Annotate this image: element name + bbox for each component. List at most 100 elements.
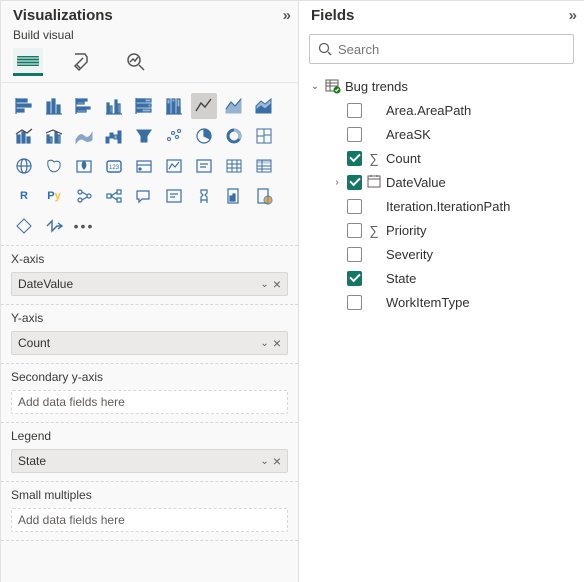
paginated-report-icon[interactable] (221, 183, 247, 209)
smart-narrative-icon[interactable] (161, 183, 187, 209)
remove-field-icon[interactable]: × (273, 335, 281, 351)
chevron-down-icon[interactable]: ⌄ (260, 456, 268, 467)
r-visual-icon[interactable]: R (11, 183, 37, 209)
format-visual-tab[interactable] (67, 48, 97, 76)
table-icon[interactable] (221, 153, 247, 179)
clustered-bar-chart-icon[interactable] (71, 93, 97, 119)
svg-text:123: 123 (109, 165, 120, 171)
field-row[interactable]: ∑ Count (305, 146, 578, 170)
multi-row-card-icon[interactable] (161, 153, 187, 179)
field-checkbox[interactable] (347, 271, 362, 286)
field-checkbox[interactable] (347, 199, 362, 214)
gauge-icon[interactable]: 123 (101, 153, 127, 179)
key-influencers-icon[interactable] (71, 183, 97, 209)
stacked-area-chart-icon[interactable] (251, 93, 277, 119)
field-row[interactable]: ∑Priority (305, 218, 578, 242)
field-checkbox[interactable] (347, 223, 362, 238)
kpi-icon[interactable] (191, 153, 217, 179)
treemap-icon[interactable] (251, 123, 277, 149)
build-visual-tabs (1, 46, 298, 83)
chevron-down-icon[interactable]: ⌄ (260, 279, 268, 290)
analytics-tab[interactable] (121, 48, 151, 76)
field-row[interactable]: AreaSK (305, 122, 578, 146)
field-checkbox[interactable] (347, 175, 362, 190)
filled-map-icon[interactable] (41, 153, 67, 179)
funnel-chart-icon[interactable] (131, 123, 157, 149)
field-row[interactable]: WorkItemType (305, 290, 578, 314)
card-icon[interactable] (131, 153, 157, 179)
remove-field-icon[interactable]: × (273, 453, 281, 469)
decomposition-tree-icon[interactable] (101, 183, 127, 209)
line-stacked-column-icon[interactable] (11, 123, 37, 149)
field-row[interactable]: Area.AreaPath (305, 98, 578, 122)
legend-field[interactable]: State ⌄ × (11, 449, 288, 473)
field-checkbox[interactable] (347, 151, 362, 166)
xaxis-label: X-axis (11, 252, 288, 266)
map-icon[interactable] (11, 153, 37, 179)
clustered-column-chart-icon[interactable] (101, 93, 127, 119)
power-apps-icon[interactable] (251, 183, 277, 209)
field-label: AreaSK (386, 127, 431, 142)
hundred-stacked-bar-icon[interactable] (131, 93, 157, 119)
collapse-visualizations-icon[interactable]: » (283, 7, 288, 24)
field-row[interactable]: Severity (305, 242, 578, 266)
yaxis-field[interactable]: Count ⌄× (11, 331, 288, 355)
scatter-chart-icon[interactable] (161, 123, 187, 149)
arcgis-icon[interactable] (41, 213, 67, 239)
azure-map-icon[interactable] (71, 153, 97, 179)
chevron-down-icon[interactable]: ⌄ (260, 338, 268, 349)
search-input[interactable] (338, 42, 565, 57)
field-row[interactable]: State (305, 266, 578, 290)
power-automate-icon[interactable] (11, 213, 37, 239)
field-checkbox[interactable] (347, 295, 362, 310)
field-label: State (386, 271, 416, 286)
build-visual-label: Build visual (1, 28, 298, 46)
field-checkbox[interactable] (347, 247, 362, 262)
ribbon-chart-icon[interactable] (71, 123, 97, 149)
field-label: Count (386, 151, 421, 166)
small-multiples-dropzone[interactable]: Add data fields here (11, 508, 288, 532)
build-visual-tab[interactable] (13, 48, 43, 76)
legend-label: Legend (11, 429, 288, 443)
field-row[interactable]: Iteration.IterationPath (305, 194, 578, 218)
stacked-bar-chart-icon[interactable] (11, 93, 37, 119)
sigma-icon: ∑ (366, 223, 382, 238)
line-chart-icon[interactable] (191, 93, 217, 119)
search-box[interactable] (309, 34, 574, 64)
goals-icon[interactable] (191, 183, 217, 209)
stacked-column-chart-icon[interactable] (41, 93, 67, 119)
search-icon (318, 42, 332, 56)
collapse-fields-icon[interactable]: » (569, 7, 574, 24)
table-row-bug-trends[interactable]: ⌄ Bug trends (305, 74, 578, 98)
secondary-yaxis-label: Secondary y-axis (11, 370, 288, 384)
table-name: Bug trends (345, 79, 408, 94)
fields-title: Fields (311, 7, 354, 24)
field-checkbox[interactable] (347, 103, 362, 118)
waterfall-chart-icon[interactable] (101, 123, 127, 149)
matrix-icon[interactable] (251, 153, 277, 179)
sigma-icon: ∑ (366, 151, 382, 166)
field-checkbox[interactable] (347, 127, 362, 142)
field-label: DateValue (386, 175, 446, 190)
fields-pane: Fields » ⌄ Bug trends Area.AreaPath AreaS… (298, 0, 584, 582)
line-clustered-column-icon[interactable] (41, 123, 67, 149)
area-chart-icon[interactable] (221, 93, 247, 119)
hundred-stacked-column-icon[interactable] (161, 93, 187, 119)
field-label: Area.AreaPath (386, 103, 471, 118)
secondary-yaxis-dropzone[interactable]: Add data fields here (11, 390, 288, 414)
xaxis-field-value: DateValue (18, 277, 73, 291)
pie-chart-icon[interactable] (191, 123, 217, 149)
python-visual-icon[interactable]: Py (41, 183, 67, 209)
donut-chart-icon[interactable] (221, 123, 247, 149)
field-label: Severity (386, 247, 433, 262)
xaxis-field[interactable]: DateValue ⌄ × (11, 272, 288, 296)
remove-field-icon[interactable]: × (273, 276, 281, 292)
legend-field-value: State (18, 454, 46, 468)
qa-visual-icon[interactable] (131, 183, 157, 209)
calendar-icon (366, 174, 382, 191)
field-wells: X-axis DateValue ⌄× Y-axis Count ⌄× Seco… (1, 245, 298, 541)
expand-icon[interactable]: ⌄ (309, 81, 321, 92)
field-row[interactable]: › DateValue (305, 170, 578, 194)
more-visuals-icon[interactable]: ••• (71, 213, 97, 239)
expand-icon[interactable]: › (331, 177, 343, 188)
